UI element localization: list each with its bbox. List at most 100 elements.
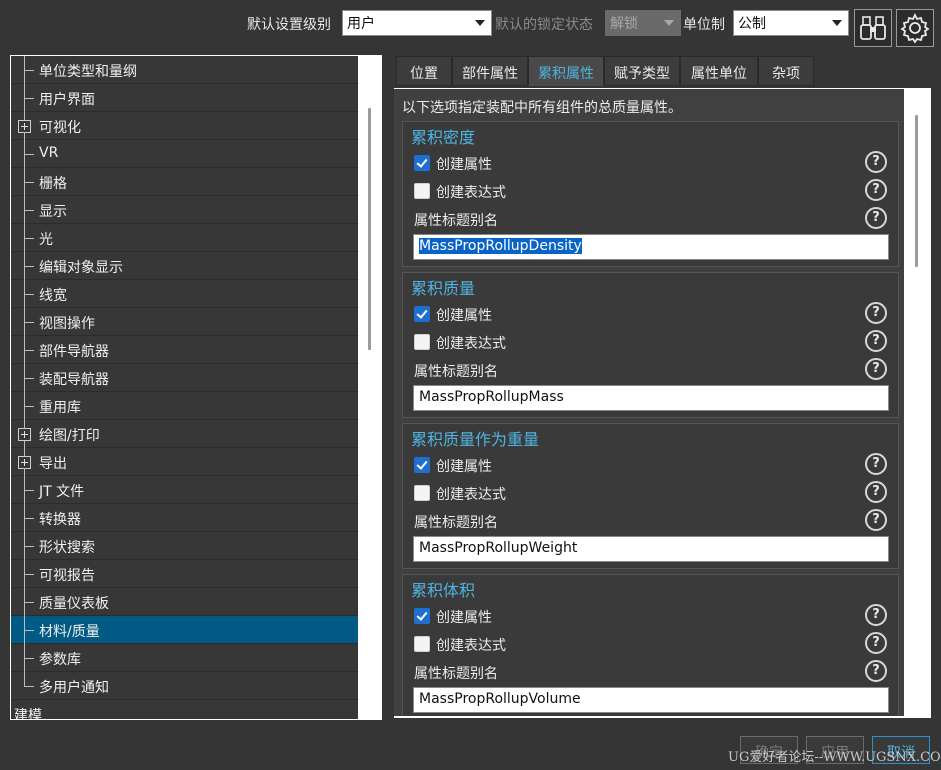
tree-item[interactable]: 可视报告 xyxy=(11,560,358,588)
tab-0[interactable]: 位置 xyxy=(396,56,452,86)
tree-item-label: 建模 xyxy=(14,708,42,719)
tree-item[interactable]: 质量仪表板 xyxy=(11,588,358,616)
create-attribute-checkbox[interactable] xyxy=(414,155,430,171)
help-icon[interactable]: ? xyxy=(865,179,887,201)
tree-item[interactable]: 重用库 xyxy=(11,392,358,420)
default-level-select[interactable]: 用户 xyxy=(342,10,492,36)
tab-3[interactable]: 赋予类型 xyxy=(604,56,680,86)
create-attribute-label: 创建属性 xyxy=(436,610,492,626)
help-icon[interactable]: ? xyxy=(865,207,887,229)
tree-item-label: 光 xyxy=(39,232,53,248)
tab-2[interactable]: 累积属性 xyxy=(528,56,604,86)
help-icon[interactable]: ? xyxy=(865,358,887,380)
tree-item-label: 编辑对象显示 xyxy=(39,260,123,276)
create-attribute-checkbox[interactable] xyxy=(414,306,430,322)
tree-item[interactable]: 线宽 xyxy=(11,280,358,308)
tree-connector xyxy=(24,378,34,379)
tree-item[interactable]: 装配导航器 xyxy=(11,364,358,392)
tree-item[interactable]: 编辑对象显示 xyxy=(11,252,358,280)
create-expression-checkbox[interactable] xyxy=(414,636,430,652)
dropdown-arrow-icon xyxy=(475,20,485,26)
help-icon[interactable]: ? xyxy=(865,481,887,503)
tree-item[interactable]: 导出 xyxy=(11,448,358,476)
unit-system-label: 单位制 xyxy=(683,17,725,33)
group-title: 累积体积 xyxy=(411,581,476,600)
tree-connector xyxy=(24,574,34,575)
create-expression-checkbox[interactable] xyxy=(414,334,430,350)
panel-intro: 以下选项指定装配中所有组件的总质量属性。 xyxy=(402,100,682,116)
help-icon[interactable]: ? xyxy=(865,302,887,324)
alias-label: 属性标题别名 xyxy=(414,364,498,380)
expand-plus-icon[interactable] xyxy=(18,428,31,441)
tree-connector xyxy=(24,322,34,323)
alias-input-value: MassPropRollupDensity xyxy=(419,238,582,254)
panel-scrollbar-thumb[interactable] xyxy=(915,115,918,267)
tree-item[interactable]: 栅格 xyxy=(11,168,358,196)
rollup-group: 累积体积 创建属性? 创建表达式? 属性标题别名? MassPropRollupVolu… xyxy=(402,574,899,716)
tree-item-root[interactable]: 建模 xyxy=(11,700,358,719)
tree-item[interactable]: 转换器 xyxy=(11,504,358,532)
tree-item-label: 形状搜索 xyxy=(39,540,95,556)
tree-item[interactable]: 参数库 xyxy=(11,644,358,672)
tree-item-label: 部件导航器 xyxy=(39,344,109,360)
unit-system-select[interactable]: 公制 xyxy=(733,10,849,36)
create-expression-checkbox[interactable] xyxy=(414,485,430,501)
tree-item[interactable]: 视图操作 xyxy=(11,308,358,336)
tree-connector xyxy=(24,98,34,99)
rollup-group: 累积质量 创建属性? 创建表达式? 属性标题别名? MassPropRollupMass xyxy=(402,272,899,418)
tree-item[interactable]: 形状搜索 xyxy=(11,532,358,560)
settings-button[interactable] xyxy=(896,9,934,47)
binoculars-icon xyxy=(860,16,886,40)
watermark: UG爱好者论坛--WWW.UGSNX.COM xyxy=(728,750,941,765)
tree-connector xyxy=(24,518,34,519)
help-icon[interactable]: ? xyxy=(865,453,887,475)
tree-item[interactable]: 可视化 xyxy=(11,112,358,140)
tree-scrollbar[interactable] xyxy=(359,56,381,719)
tree-item-label: 视图操作 xyxy=(39,316,95,332)
rollup-group: 累积质量作为重量 创建属性? 创建表达式? 属性标题别名? MassPropRollup… xyxy=(402,423,899,569)
tree-connector xyxy=(24,154,34,155)
tree-item[interactable]: 材料/质量 xyxy=(11,616,358,644)
group-title: 累积密度 xyxy=(411,128,476,147)
help-icon[interactable]: ? xyxy=(865,330,887,352)
tree-item-label: 用户界面 xyxy=(39,92,95,108)
tree-item[interactable]: 多用户通知 xyxy=(11,672,358,700)
alias-input[interactable]: MassPropRollupVolume xyxy=(413,687,889,713)
help-icon[interactable]: ? xyxy=(865,151,887,173)
tree-connector xyxy=(24,672,25,687)
tree-item-label: 单位类型和量纲 xyxy=(39,64,137,80)
expand-plus-icon[interactable] xyxy=(18,456,31,469)
help-icon[interactable]: ? xyxy=(865,509,887,531)
tree-item[interactable]: 光 xyxy=(11,224,358,252)
tree-item[interactable]: 显示 xyxy=(11,196,358,224)
tree-item[interactable]: 绘图/打印 xyxy=(11,420,358,448)
tree-item[interactable]: VR xyxy=(11,140,358,168)
create-expression-label: 创建表达式 xyxy=(436,638,506,654)
tab-5[interactable]: 杂项 xyxy=(758,56,814,86)
expand-plus-icon[interactable] xyxy=(18,120,31,133)
alias-input[interactable]: MassPropRollupWeight xyxy=(413,536,889,562)
panel-scrollbar[interactable] xyxy=(904,89,931,716)
alias-input[interactable]: MassPropRollupMass xyxy=(413,385,889,411)
tree-connector xyxy=(24,182,34,183)
tree-item[interactable]: 用户界面 xyxy=(11,84,358,112)
create-attribute-checkbox[interactable] xyxy=(414,457,430,473)
help-icon[interactable]: ? xyxy=(865,632,887,654)
tab-1[interactable]: 部件属性 xyxy=(452,56,528,86)
create-expression-label: 创建表达式 xyxy=(436,336,506,352)
tab-4[interactable]: 属性单位 xyxy=(680,56,758,86)
create-expression-checkbox[interactable] xyxy=(414,183,430,199)
help-icon[interactable]: ? xyxy=(865,604,887,626)
find-button[interactable] xyxy=(854,9,892,47)
tree-item[interactable]: JT 文件 xyxy=(11,476,358,504)
dropdown-arrow-icon xyxy=(832,20,842,26)
default-level-label: 默认设置级别 xyxy=(247,17,331,33)
create-attribute-checkbox[interactable] xyxy=(414,608,430,624)
tree-connector xyxy=(24,602,34,603)
tree-item[interactable]: 单位类型和量纲 xyxy=(11,56,358,84)
unit-system-value: 公制 xyxy=(738,16,766,32)
tree-item[interactable]: 部件导航器 xyxy=(11,336,358,364)
alias-input[interactable]: MassPropRollupDensity xyxy=(413,234,889,260)
tree-scrollbar-thumb[interactable] xyxy=(368,108,371,350)
help-icon[interactable]: ? xyxy=(865,660,887,682)
